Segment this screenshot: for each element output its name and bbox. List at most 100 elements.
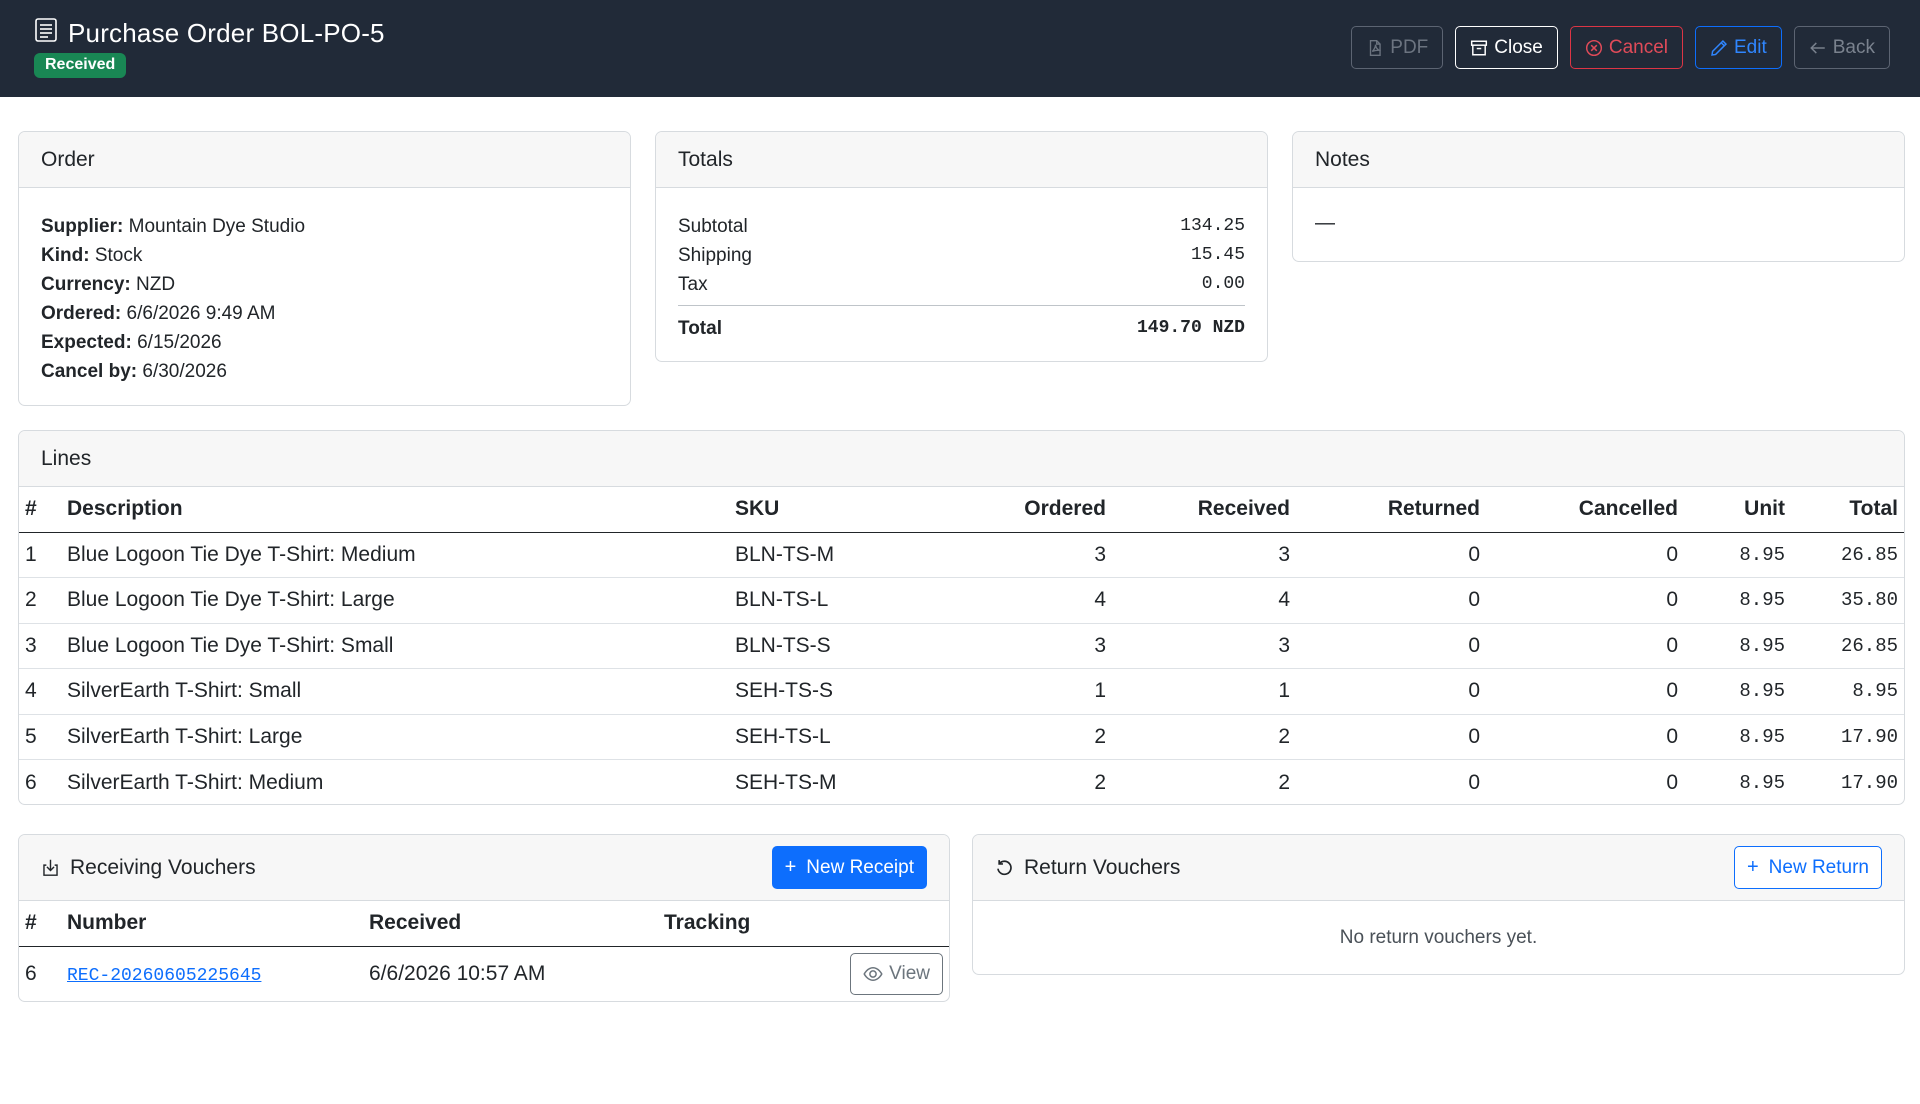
cell-cancelled: 0 bbox=[1486, 714, 1684, 760]
table-row: 2 Blue Logoon Tie Dye T-Shirt: Large BLN… bbox=[19, 577, 1904, 624]
close-button[interactable]: Close bbox=[1455, 26, 1558, 69]
pencil-icon bbox=[1711, 39, 1728, 56]
cell-description: Blue Logoon Tie Dye T-Shirt: Medium bbox=[61, 532, 729, 578]
table-row: 4 SilverEarth T-Shirt: Small SEH-TS-S 1 … bbox=[19, 668, 1904, 715]
supplier-row: Supplier: Mountain Dye Studio bbox=[41, 212, 608, 241]
cell-received: 3 bbox=[1112, 623, 1296, 669]
order-card-header: Order bbox=[19, 132, 630, 188]
cell-tracking bbox=[658, 946, 839, 1001]
eye-icon bbox=[863, 966, 883, 981]
cell-ordered: 1 bbox=[939, 668, 1112, 715]
shipping-value: 15.45 bbox=[1190, 245, 1245, 265]
shipping-row: Shipping 15.45 bbox=[678, 241, 1245, 270]
return-title: Return Vouchers bbox=[995, 856, 1180, 880]
cell-cancelled: 0 bbox=[1486, 668, 1684, 715]
receipt-number-link[interactable]: REC-20260605225645 bbox=[67, 966, 261, 986]
receiving-heading: Receiving Vouchers bbox=[70, 855, 256, 879]
tax-label: Tax bbox=[678, 274, 708, 295]
ordered-label: Ordered: bbox=[41, 303, 122, 324]
cell-returned: 0 bbox=[1296, 577, 1486, 624]
cell-cancelled: 0 bbox=[1486, 532, 1684, 578]
expected-row: Expected: 6/15/2026 bbox=[41, 328, 608, 357]
col-actions bbox=[839, 901, 949, 947]
totals-body: Subtotal 134.25 Shipping 15.45 Tax 0.00 … bbox=[656, 188, 1267, 361]
cell-returned: 0 bbox=[1468, 770, 1480, 794]
totals-card: Totals Subtotal 134.25 Shipping 15.45 Ta… bbox=[655, 131, 1268, 362]
cell-total: 26.85 bbox=[1791, 532, 1904, 578]
col-number: Number bbox=[61, 901, 363, 947]
cell-description: SilverEarth T-Shirt: Large bbox=[61, 714, 729, 760]
document-icon bbox=[34, 17, 68, 49]
notes-card-header: Notes bbox=[1293, 132, 1904, 188]
back-button-label: Back bbox=[1832, 36, 1875, 58]
cell-description: SilverEarth T-Shirt: Small bbox=[61, 668, 729, 715]
lines-table: # Description SKU Ordered Received Retur… bbox=[19, 487, 1904, 805]
arrow-left-icon bbox=[1809, 41, 1825, 54]
cell-sku: BLN-TS-L bbox=[729, 577, 939, 624]
cell-sku: SEH-TS-S bbox=[729, 668, 939, 715]
cell-ordered: 2 bbox=[939, 714, 1112, 760]
new-receipt-button[interactable]: + New Receipt bbox=[771, 846, 927, 889]
kind-label: Kind: bbox=[41, 245, 90, 266]
view-button-label: View bbox=[889, 962, 930, 984]
currency-label: Currency: bbox=[41, 274, 131, 295]
view-button[interactable]: View bbox=[850, 952, 943, 995]
cell-cancelled: 0 bbox=[1486, 623, 1684, 669]
cancel-button[interactable]: Cancel bbox=[1569, 26, 1683, 69]
cell-sku: SEH-TS-M bbox=[735, 770, 837, 794]
totals-card-header: Totals bbox=[656, 132, 1267, 188]
supplier-value: Mountain Dye Studio bbox=[128, 216, 306, 237]
plus-icon: + bbox=[1746, 856, 1759, 878]
col-returned: Returned bbox=[1296, 487, 1486, 533]
cell-ordered: 3 bbox=[939, 532, 1112, 578]
cell-total: 17.90 bbox=[1791, 714, 1904, 760]
empty-returns-text: No return vouchers yet. bbox=[1339, 927, 1538, 948]
new-return-button[interactable]: + New Return bbox=[1733, 846, 1882, 889]
table-row: 3 Blue Logoon Tie Dye T-Shirt: Small BLN… bbox=[19, 623, 1904, 669]
cell-unit: 8.95 bbox=[1684, 532, 1791, 578]
return-vouchers-card: Return Vouchers + New Return No return v… bbox=[972, 834, 1905, 975]
return-heading: Return Vouchers bbox=[1024, 855, 1181, 879]
table-row: 6 REC-20260605225645 6/6/2026 10:57 AM V… bbox=[19, 946, 949, 1001]
cancel-by-label: Cancel by: bbox=[41, 361, 138, 382]
pdf-button[interactable]: PDF bbox=[1351, 26, 1444, 69]
ordered-value: 6/6/2026 9:49 AM bbox=[126, 303, 276, 324]
edit-button[interactable]: Edit bbox=[1695, 26, 1782, 69]
cell-description: Blue Logoon Tie Dye T-Shirt: Large bbox=[61, 577, 729, 624]
cell-total: 26.85 bbox=[1791, 623, 1904, 669]
table-row: 6 SilverEarth T-Shirt: Medium SEH-TS-M 2… bbox=[19, 760, 1904, 805]
subtotal-value: 134.25 bbox=[1180, 216, 1245, 236]
supplier-label: Supplier: bbox=[41, 216, 124, 237]
cell-received: 6/6/2026 10:57 AM bbox=[369, 961, 546, 985]
cell-index: 6 bbox=[25, 770, 37, 794]
back-button[interactable]: Back bbox=[1793, 26, 1890, 69]
currency-row: Currency: NZD bbox=[41, 270, 608, 299]
receiving-header: Receiving Vouchers + New Receipt bbox=[19, 835, 949, 901]
cell-description: SilverEarth T-Shirt: Medium bbox=[67, 770, 324, 794]
receiving-header-row: # Number Received Tracking bbox=[19, 901, 949, 947]
order-details: Supplier: Mountain Dye Studio Kind: Stoc… bbox=[19, 188, 630, 405]
tax-value: 0.00 bbox=[1201, 274, 1245, 294]
table-row: 5 SilverEarth T-Shirt: Large SEH-TS-L 2 … bbox=[19, 714, 1904, 760]
cell-total: 35.80 bbox=[1791, 577, 1904, 624]
col-cancelled: Cancelled bbox=[1486, 487, 1684, 533]
cell-sku: BLN-TS-S bbox=[729, 623, 939, 669]
kind-value: Stock bbox=[94, 245, 143, 266]
col-total: Total bbox=[1791, 487, 1904, 533]
col-tracking: Tracking bbox=[658, 901, 839, 947]
header-bar: Purchase Order BOL-PO-5 Received PDF Clo… bbox=[0, 0, 1920, 97]
cancel-by-value: 6/30/2026 bbox=[142, 361, 227, 382]
cell-index: 6 bbox=[25, 961, 37, 985]
total-value: 149.70 NZD bbox=[1136, 318, 1245, 338]
notes-text: — bbox=[1315, 212, 1335, 234]
cell-returned: 0 bbox=[1296, 668, 1486, 715]
cancel-button-label: Cancel bbox=[1608, 36, 1668, 58]
box-arrow-in-down-icon bbox=[43, 859, 58, 876]
cell-total: 17.90 bbox=[1840, 771, 1898, 794]
cell-cancelled: 0 bbox=[1486, 577, 1684, 624]
cell-unit: 8.95 bbox=[1684, 668, 1791, 715]
cell-unit: 8.95 bbox=[1684, 623, 1791, 669]
col-unit: Unit bbox=[1684, 487, 1791, 533]
col-ordered: Ordered bbox=[939, 487, 1112, 533]
cell-received: 1 bbox=[1112, 668, 1296, 715]
